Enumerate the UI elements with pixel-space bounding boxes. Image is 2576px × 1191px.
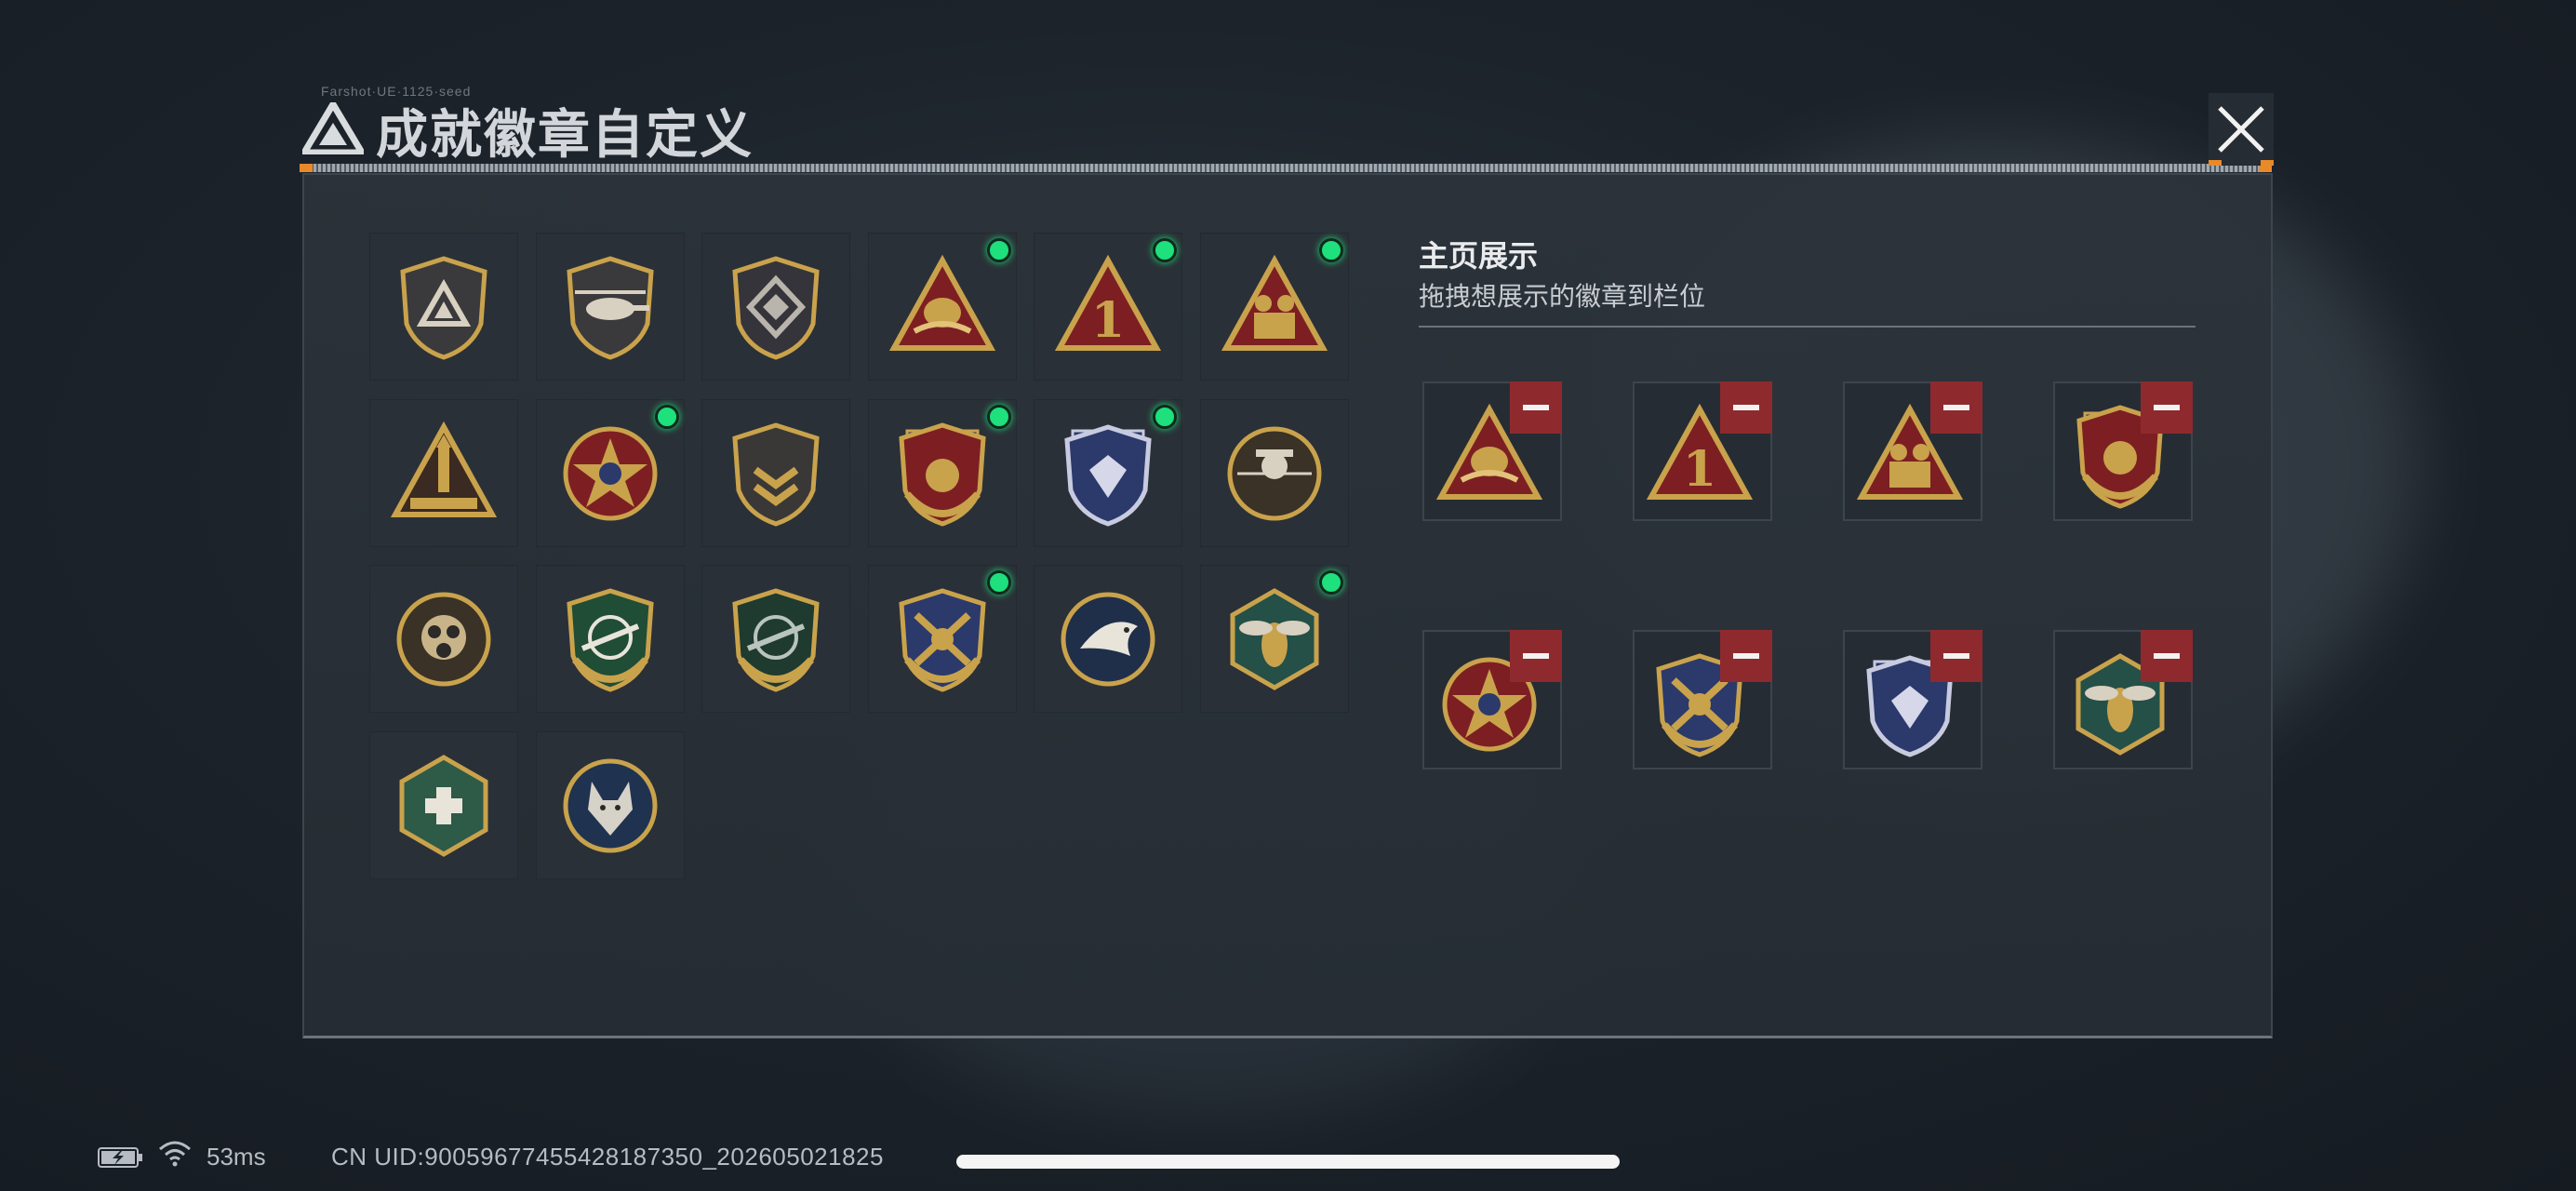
remove-badge-button[interactable] [1510,630,1562,682]
showcase-slot[interactable] [2053,630,2193,769]
minus-icon [1523,405,1549,410]
badge-tile[interactable] [701,398,850,547]
ping-latency: 53ms [207,1143,266,1171]
remove-badge-button[interactable] [2141,381,2193,434]
badge-tile[interactable] [1199,233,1349,381]
app-frame: Farshot·UE·1125·seed 成就徽章自定义 1 主页展示 拖拽想展… [0,0,2576,1191]
badge-tile[interactable] [535,730,685,879]
diamond-emblem-badge-icon [732,256,820,360]
svg-text:1: 1 [1091,292,1125,349]
badge-tile[interactable] [701,565,850,713]
badge-tile[interactable] [535,565,685,713]
showcase-slot[interactable] [1843,381,1982,521]
new-indicator-dot [1153,404,1177,429]
badge-tile[interactable] [1034,565,1182,713]
wolf-badge-icon [563,758,657,852]
new-indicator-dot [1153,238,1177,262]
close-icon [2209,93,2274,166]
showcase-slot[interactable] [2053,381,2193,521]
badge-tile[interactable] [1199,565,1349,713]
badge-tile[interactable]: 1 [1034,233,1182,381]
remove-badge-button[interactable] [2141,630,2193,682]
golden-egg-triangle-badge-icon [888,254,995,351]
remove-badge-button[interactable] [1510,381,1562,434]
badge-tile[interactable] [535,398,685,547]
new-indicator-dot [1318,238,1343,262]
red-crest-badge-icon [898,422,986,527]
new-indicator-dot [986,238,1011,262]
badge-tile[interactable] [369,233,518,381]
minus-icon [2154,405,2180,410]
minus-icon [1943,653,1969,659]
helicopter-badge-icon [566,256,654,360]
badge-tile[interactable] [1199,398,1349,547]
skull-target-badge-icon [1227,426,1321,520]
showcase-divider [1419,326,2196,328]
showcase-hint: 拖拽想展示的徽章到栏位 [1419,282,1706,311]
rocket-triangle-badge-icon [390,421,498,517]
crossed-blades-crest-badge-icon [898,588,986,692]
minus-icon [1733,653,1759,659]
svg-text:1: 1 [1683,441,1716,498]
hornet-hexagon-badge-icon [1230,588,1318,690]
minus-icon [2154,653,2180,659]
showcase-slot[interactable] [1633,630,1772,769]
badge-tile[interactable] [369,730,518,879]
chevron-shield-badge-icon [732,422,820,527]
triangle-shield-badge-icon [400,256,487,360]
rifle-crosshair-dark-badge-icon [732,588,820,692]
new-indicator-dot [986,404,1011,429]
title-divider [300,164,2272,172]
badge-tile[interactable] [369,398,518,547]
remove-badge-button[interactable] [1930,630,1982,682]
dialog-title: 成就徽章自定义 [376,105,754,164]
game-logo-icon [298,98,368,156]
showcase-slot[interactable] [1422,381,1562,521]
wifi-icon [158,1140,192,1168]
minus-icon [1523,653,1549,659]
medic-hexagon-badge-icon [399,754,488,857]
showcase-slot[interactable] [1843,630,1982,769]
number-one-triangle-badge-icon: 1 [1054,254,1162,351]
badge-tile[interactable] [867,233,1017,381]
badge-tile[interactable] [535,233,685,381]
close-button[interactable] [2209,93,2274,166]
battery-icon [98,1146,144,1169]
new-indicator-dot [1318,570,1343,595]
gas-mask-badge-icon [396,592,491,687]
minus-icon [1733,405,1759,410]
title-divider-accent [300,164,313,172]
blue-gem-shield-badge-icon [1064,423,1152,527]
showcase-title: 主页展示 [1419,239,1539,273]
home-indicator[interactable] [956,1155,1620,1169]
remove-badge-button[interactable] [1930,381,1982,434]
remove-badge-button[interactable] [1720,381,1772,434]
showcase-slot[interactable] [1422,630,1562,769]
badge-tile[interactable] [1034,398,1182,547]
rifle-crosshair-green-badge-icon [566,588,654,692]
soldiers-triangle-badge-icon [1221,254,1328,351]
new-indicator-dot [654,404,679,429]
user-uid: CN UID:9005967745542818735​0_20260502182… [331,1143,884,1171]
remove-badge-button[interactable] [1720,630,1772,682]
badge-tile[interactable] [369,565,518,713]
eagle-badge-icon [1061,592,1155,687]
showcase-slot[interactable]: 1 [1633,381,1772,521]
badge-tile[interactable] [867,565,1017,713]
badge-tile[interactable] [867,398,1017,547]
badge-tile[interactable] [701,233,850,381]
minus-icon [1943,405,1969,410]
star-medal-badge-icon [563,426,657,520]
new-indicator-dot [986,570,1011,595]
